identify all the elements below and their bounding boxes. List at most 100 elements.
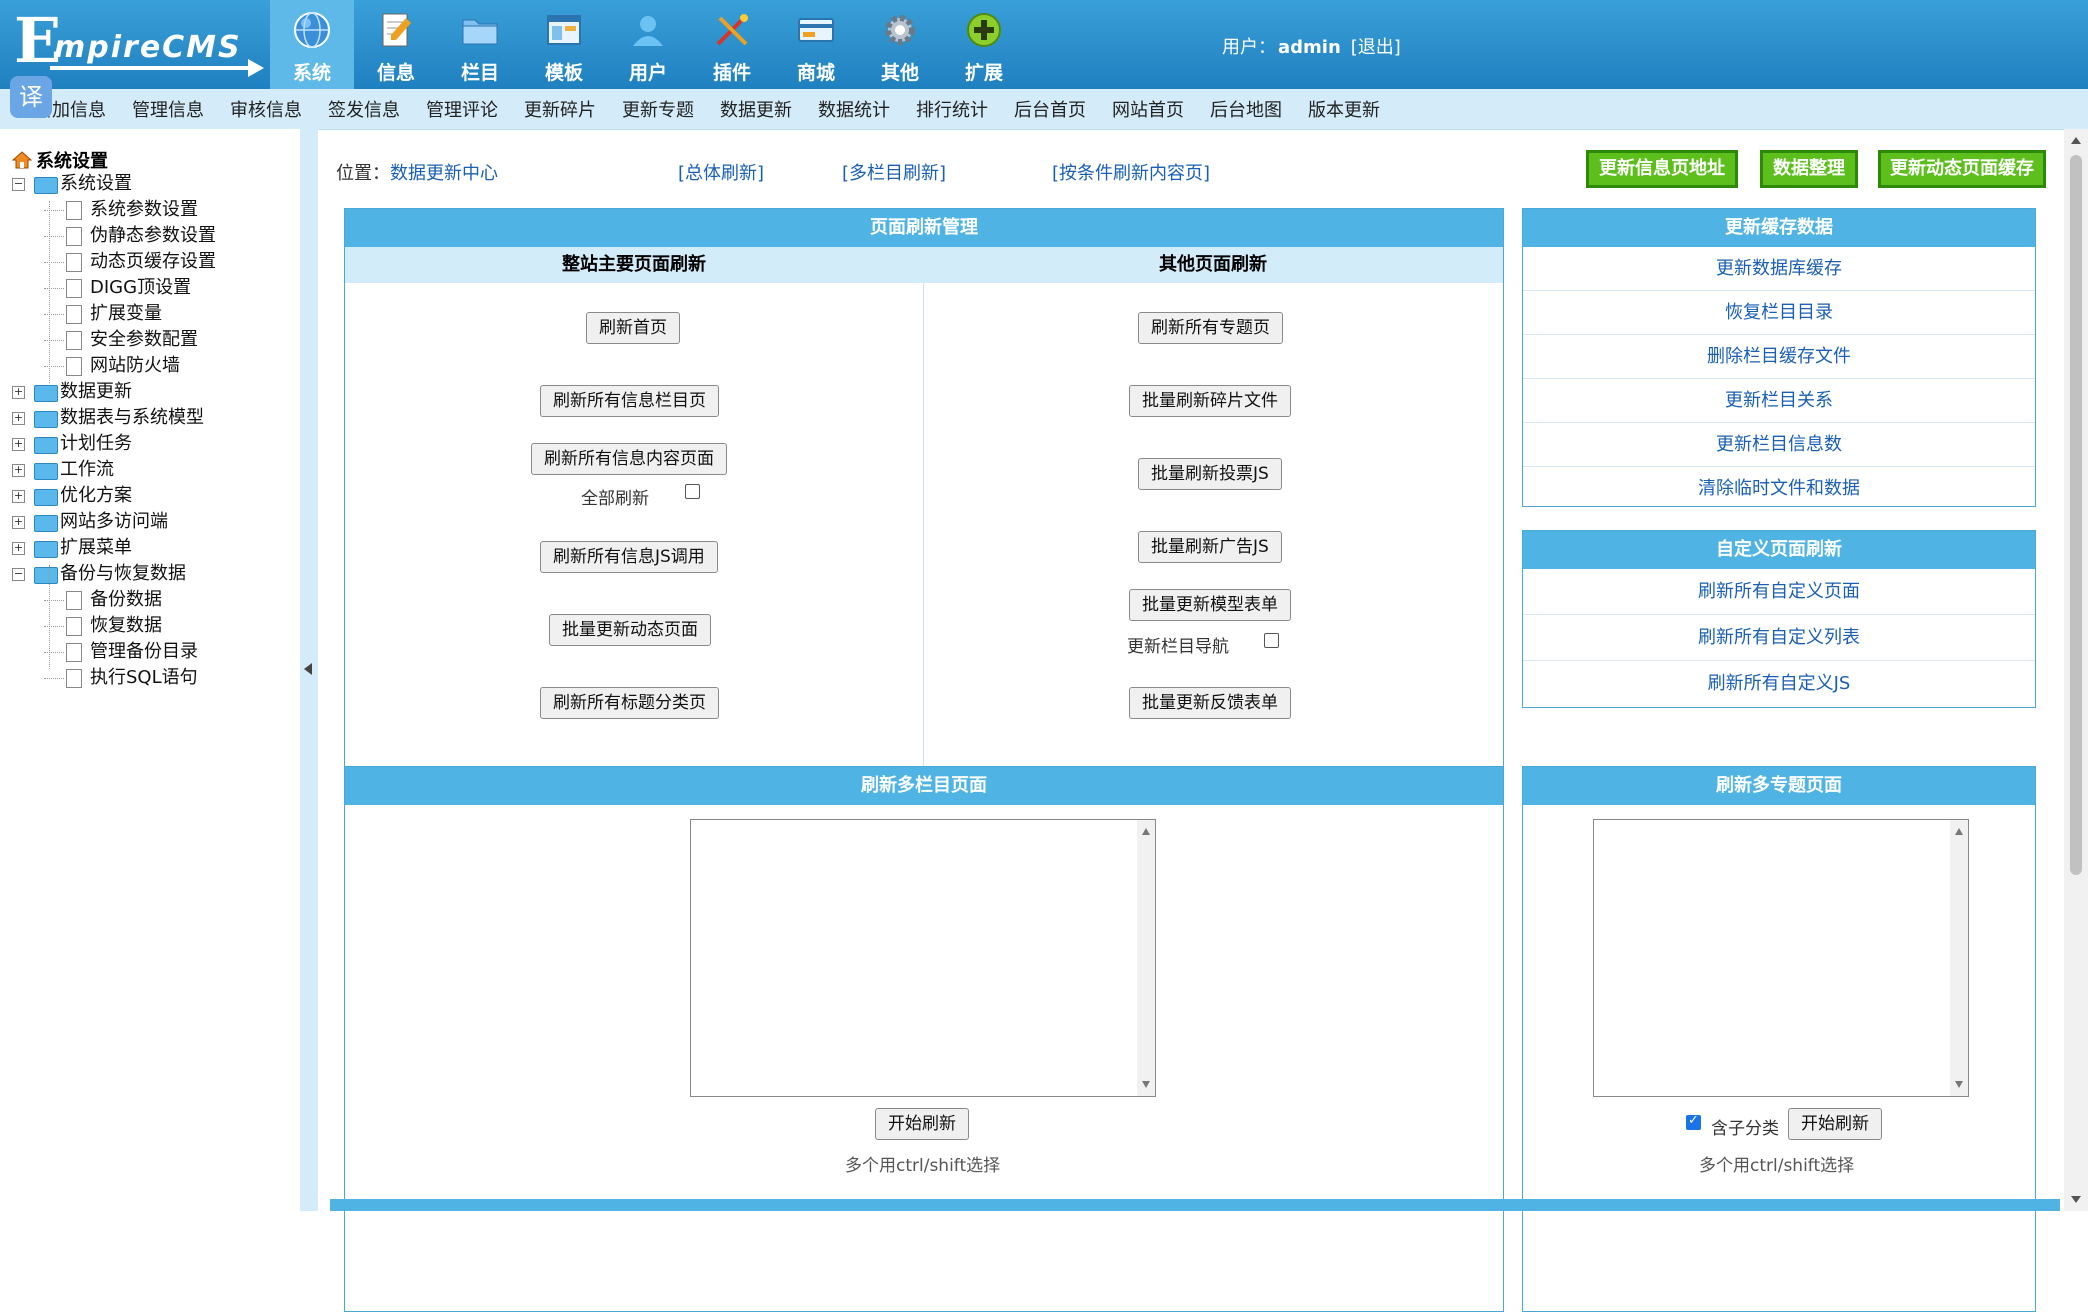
top-nav-label: 信息 <box>376 62 415 84</box>
subnav-link[interactable]: 排行统计 <box>916 96 988 122</box>
subnav-link[interactable]: 网站首页 <box>1112 96 1184 122</box>
expand-icon[interactable]: + <box>12 542 25 555</box>
custom-link[interactable]: 刷新所有自定义列表 <box>1523 615 2035 661</box>
page-icon <box>66 669 82 688</box>
subnav-link[interactable]: 更新碎片 <box>524 96 596 122</box>
user-icon <box>626 8 670 52</box>
empirecms-logo[interactable]: E mpireCMS <box>14 4 264 80</box>
top-nav-system[interactable]: 系统 <box>270 0 354 89</box>
list-scrollbar[interactable] <box>1950 820 1968 1096</box>
subnav-link[interactable]: 管理评论 <box>426 96 498 122</box>
batch-refresh-ad-js-button[interactable]: 批量刷新广告JS <box>1138 531 1282 563</box>
batch-update-dynamic-button[interactable]: 批量更新动态页面 <box>549 614 711 646</box>
top-nav-label: 用户 <box>628 62 667 84</box>
tree-item-label: 动态页缓存设置 <box>90 251 216 272</box>
subnav-link[interactable]: 审核信息 <box>230 96 302 122</box>
refresh-all-column-pages-button[interactable]: 刷新所有信息栏目页 <box>540 385 719 417</box>
expand-icon[interactable]: + <box>12 386 25 399</box>
main-content: 位置：数据更新中心 [总体刷新] [多栏目刷新] [按条件刷新内容页] 更新信息… <box>318 129 2064 1312</box>
cache-link[interactable]: 更新栏目关系 <box>1523 379 2035 423</box>
cache-link[interactable]: 更新数据库缓存 <box>1523 247 2035 291</box>
panel-title: 刷新多专题页面 <box>1523 767 2035 805</box>
multi-column-refresh-panel: 刷新多栏目页面 开始刷新 多个用ctrl/shift选择 <box>344 766 1504 1312</box>
data-tidy-button[interactable]: 数据整理 <box>1760 150 1858 188</box>
top-nav-user[interactable]: 用户 <box>606 0 690 89</box>
start-refresh-topic-button[interactable]: 开始刷新 <box>1788 1108 1882 1140</box>
top-nav-info[interactable]: 信息 <box>354 0 438 89</box>
refresh-title-category-button[interactable]: 刷新所有标题分类页 <box>540 687 719 719</box>
column-select-list[interactable] <box>690 819 1156 1097</box>
panel-title: 页面刷新管理 <box>345 209 1503 247</box>
top-nav-other[interactable]: 其他 <box>858 0 942 89</box>
top-nav-template[interactable]: 模板 <box>522 0 606 89</box>
cache-link[interactable]: 清除临时文件和数据 <box>1523 467 2035 510</box>
sub-nav: 增加信息 管理信息 审核信息 签发信息 管理评论 更新碎片 更新专题 数据更新 … <box>0 89 2088 130</box>
cache-link[interactable]: 删除栏目缓存文件 <box>1523 335 2035 379</box>
folder-icon <box>34 489 58 506</box>
tree-item-label: 扩展变量 <box>90 303 162 324</box>
subnav-link[interactable]: 更新专题 <box>622 96 694 122</box>
topic-select-list[interactable] <box>1593 819 1969 1097</box>
all-refresh-checkbox[interactable] <box>685 484 700 499</box>
scrollbar-thumb[interactable] <box>2070 155 2082 875</box>
folder-open-icon <box>34 567 58 584</box>
refresh-home-button[interactable]: 刷新首页 <box>586 312 680 344</box>
top-nav-column[interactable]: 栏目 <box>438 0 522 89</box>
page-icon <box>66 357 82 376</box>
expand-icon[interactable]: + <box>12 490 25 503</box>
multi-column-refresh-link[interactable]: [多栏目刷新] <box>842 159 946 185</box>
cache-link[interactable]: 更新栏目信息数 <box>1523 423 2035 467</box>
custom-link[interactable]: 刷新所有自定义页面 <box>1523 569 2035 615</box>
translate-icon[interactable]: 译 <box>10 76 52 118</box>
custom-link[interactable]: 刷新所有自定义JS <box>1523 661 2035 706</box>
refresh-all-content-pages-button[interactable]: 刷新所有信息内容页面 <box>531 443 727 475</box>
batch-update-model-form-button[interactable]: 批量更新模型表单 <box>1129 589 1291 621</box>
update-info-url-button[interactable]: 更新信息页地址 <box>1586 150 1738 188</box>
list-scrollbar[interactable] <box>1137 820 1155 1096</box>
sidebar-root[interactable]: 系统设置 <box>12 147 108 173</box>
cache-link[interactable]: 恢复栏目目录 <box>1523 291 2035 335</box>
expand-icon[interactable]: + <box>12 412 25 425</box>
breadcrumb-link[interactable]: 数据更新中心 <box>390 163 498 184</box>
top-nav-plugin[interactable]: 插件 <box>690 0 774 89</box>
subnav-link[interactable]: 数据更新 <box>720 96 792 122</box>
expand-icon[interactable]: + <box>12 438 25 451</box>
page-icon <box>66 617 82 636</box>
start-refresh-button[interactable]: 开始刷新 <box>875 1108 969 1140</box>
refresh-all-js-button[interactable]: 刷新所有信息JS调用 <box>540 541 718 573</box>
page-scrollbar[interactable] <box>2064 129 2088 1211</box>
collapse-icon[interactable]: − <box>12 178 25 191</box>
conditional-refresh-link[interactable]: [按条件刷新内容页] <box>1052 159 1210 185</box>
expand-icon[interactable]: + <box>12 464 25 477</box>
user-bar: 用户： admin [退出] <box>1222 33 1401 59</box>
folder-icon <box>34 515 58 532</box>
overall-refresh-link[interactable]: [总体刷新] <box>678 159 764 185</box>
update-nav-checkbox[interactable] <box>1264 633 1279 648</box>
custom-refresh-panel: 自定义页面刷新 刷新所有自定义页面 刷新所有自定义列表 刷新所有自定义JS <box>1522 530 2036 708</box>
scroll-down-icon <box>2071 1196 2081 1203</box>
include-sub-checkbox[interactable] <box>1686 1113 1701 1130</box>
expand-icon[interactable]: + <box>12 516 25 529</box>
batch-update-feedback-form-button[interactable]: 批量更新反馈表单 <box>1129 687 1291 719</box>
refresh-all-topics-button[interactable]: 刷新所有专题页 <box>1138 312 1283 344</box>
subnav-link[interactable]: 后台地图 <box>1210 96 1282 122</box>
subnav-link[interactable]: 签发信息 <box>328 96 400 122</box>
subnav-link[interactable]: 管理信息 <box>132 96 204 122</box>
sidebar-collapse-bar[interactable] <box>300 129 318 1211</box>
collapse-icon[interactable]: − <box>12 568 25 581</box>
tree-item-label: 网站防火墙 <box>90 355 180 376</box>
subnav-link[interactable]: 后台首页 <box>1014 96 1086 122</box>
multi-topic-refresh-panel: 刷新多专题页面 含子分类 开始刷新 多个用ctrl/shift选择 <box>1522 766 2036 1312</box>
batch-refresh-vote-js-button[interactable]: 批量刷新投票JS <box>1138 458 1282 490</box>
update-dynamic-cache-button[interactable]: 更新动态页面缓存 <box>1878 150 2046 188</box>
subnav-link[interactable]: 数据统计 <box>818 96 890 122</box>
top-nav-shop[interactable]: 商城 <box>774 0 858 89</box>
top-nav-extend[interactable]: 扩展 <box>942 0 1026 89</box>
logout-link[interactable]: [退出] <box>1351 37 1401 58</box>
page-icon <box>66 253 82 272</box>
subnav-link[interactable]: 版本更新 <box>1308 96 1380 122</box>
top-nav-label: 其他 <box>880 62 919 84</box>
batch-refresh-fragments-button[interactable]: 批量刷新碎片文件 <box>1129 385 1291 417</box>
tree-folder-label: 数据更新 <box>60 381 132 402</box>
folder-icon <box>458 8 502 52</box>
